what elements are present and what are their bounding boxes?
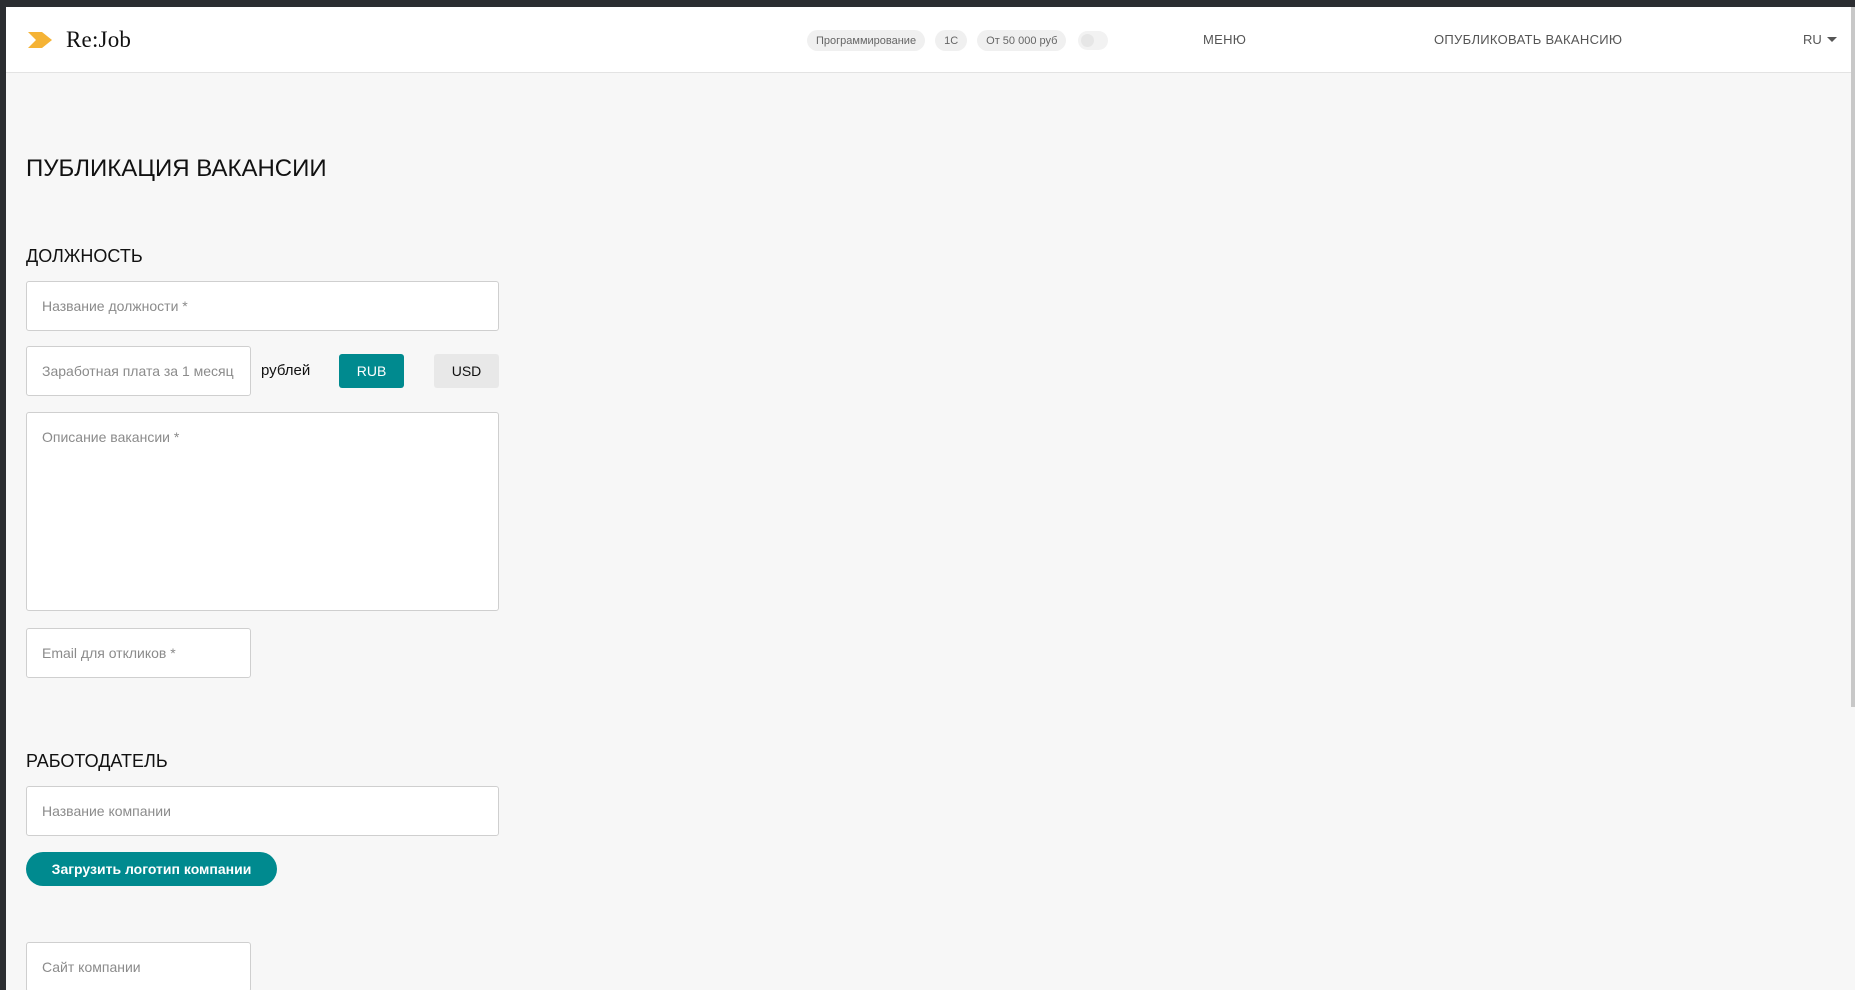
toggle-knob <box>1081 34 1095 47</box>
employer-section-title: РАБОТОДАТЕЛЬ <box>26 751 168 771</box>
top-navigation-bar: Re:Job Программирование 1С От 50 000 руб… <box>6 7 1855 73</box>
upload-company-logo-button[interactable]: Загрузить логотип компании <box>26 852 277 886</box>
nav-publish-vacancy-link[interactable]: ОПУБЛИКОВАТЬ ВАКАНСИЮ <box>1434 32 1622 47</box>
currency-unit-label: рублей <box>261 362 311 379</box>
response-email-input[interactable] <box>26 628 251 678</box>
salary-input[interactable] <box>26 346 251 396</box>
language-label: RU <box>1803 32 1822 47</box>
filter-chip-category[interactable]: Программирование <box>807 30 926 51</box>
filter-chip-salary[interactable]: От 50 000 руб <box>977 30 1067 51</box>
currency-rub-button[interactable]: RUB <box>339 354 404 388</box>
site-logo[interactable]: Re:Job <box>28 27 131 53</box>
job-description-textarea[interactable] <box>26 412 499 611</box>
browser-viewport: Re:Job Программирование 1С От 50 000 руб… <box>6 7 1855 990</box>
filter-chip-skill[interactable]: 1С <box>935 30 968 51</box>
caret-down-icon <box>1826 37 1837 42</box>
nav-menu-link[interactable]: МЕНЮ <box>1203 32 1246 47</box>
job-title-input[interactable] <box>26 281 499 331</box>
company-name-input[interactable] <box>26 786 499 836</box>
currency-usd-button[interactable]: USD <box>434 354 499 388</box>
filter-toggle[interactable] <box>1078 31 1109 50</box>
language-selector[interactable]: RU <box>1803 32 1837 47</box>
page-title: ПУБЛИКАЦИЯ ВАКАНСИИ <box>26 155 327 182</box>
active-filters: Программирование 1С От 50 000 руб <box>807 30 1109 51</box>
page-scrollbar[interactable] <box>1851 7 1855 707</box>
logo-text: Re:Job <box>66 27 132 52</box>
chevron-logo-icon <box>28 32 52 48</box>
company-website-input[interactable] <box>26 942 251 990</box>
position-section-title: ДОЛЖНОСТЬ <box>26 246 143 266</box>
